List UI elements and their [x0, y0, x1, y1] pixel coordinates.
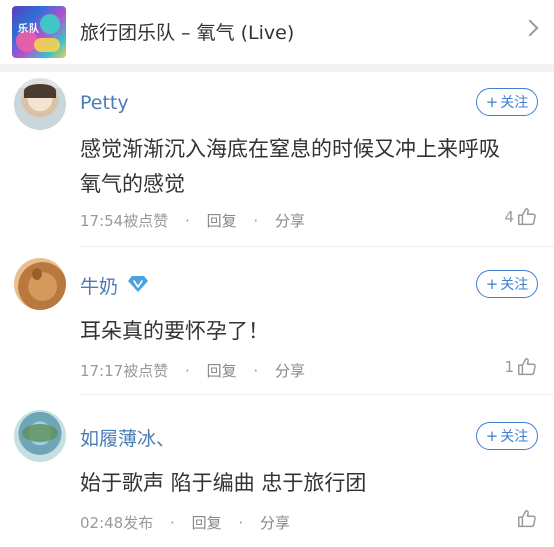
separator-dot: ·	[253, 362, 259, 380]
separator-dot: ·	[170, 514, 175, 532]
share-button[interactable]: 分享	[275, 362, 305, 380]
thumbs-up-icon	[518, 208, 536, 226]
follow-label: 关注	[500, 95, 529, 111]
reply-button[interactable]: 回复	[207, 362, 237, 380]
follow-button[interactable]: + 关注	[476, 88, 538, 116]
header-divider	[0, 64, 554, 72]
thumbs-up-icon	[518, 510, 536, 528]
comment-text: 始于歌声 陷于编曲 忠于旅行团	[80, 466, 530, 501]
thumbs-up-icon	[518, 358, 536, 376]
like-button[interactable]: 4	[504, 206, 538, 228]
avatar[interactable]	[14, 410, 66, 462]
comment-meta: 17:17被点赞 · 回复 · 分享	[80, 360, 305, 381]
plus-icon: +	[485, 93, 499, 111]
avatar[interactable]	[14, 78, 66, 130]
divider	[80, 394, 554, 395]
share-button[interactable]: 分享	[260, 514, 290, 532]
comment-time: 02:48发布	[80, 514, 154, 532]
comment-text-line: 感觉渐渐沉入海底在窒息的时候又冲上来呼吸	[80, 137, 500, 161]
follow-button[interactable]: + 关注	[476, 270, 538, 298]
comment-time: 17:54被点赞	[80, 212, 169, 230]
comment-meta: 02:48发布 · 回复 · 分享	[80, 512, 290, 533]
comment-text-line: 氧气的感觉	[80, 172, 185, 196]
chevron-right-icon[interactable]	[521, 19, 539, 37]
comment-text: 感觉渐渐沉入海底在窒息的时候又冲上来呼吸 氧气的感觉	[80, 132, 530, 202]
like-button[interactable]: 1	[504, 356, 538, 378]
comment-item: 牛奶 + 关注 耳朵真的要怀孕了！ 17:17被点赞 · 回复 · 分享 1	[0, 248, 554, 396]
comment-item: 如履薄冰、 + 关注 始于歌声 陷于编曲 忠于旅行团 02:48发布 · 回复 …	[0, 400, 554, 547]
separator-dot: ·	[253, 212, 259, 230]
comment-time: 17:17被点赞	[80, 362, 169, 380]
comment-text-line: 始于歌声 陷于编曲 忠于旅行团	[80, 471, 367, 495]
like-button[interactable]	[514, 508, 538, 530]
reply-button[interactable]: 回复	[192, 514, 222, 532]
song-header[interactable]: 乐队 旅行团乐队 – 氧气 (Live)	[0, 0, 554, 64]
comment-item: Petty + 关注 感觉渐渐沉入海底在窒息的时候又冲上来呼吸 氧气的感觉 17…	[0, 72, 554, 247]
comment-text-line: 耳朵真的要怀孕了！	[80, 319, 269, 343]
plus-icon: +	[485, 427, 499, 445]
follow-button[interactable]: + 关注	[476, 422, 538, 450]
share-button[interactable]: 分享	[275, 212, 305, 230]
username[interactable]: Petty	[80, 92, 129, 114]
follow-label: 关注	[500, 429, 529, 445]
comment-text: 耳朵真的要怀孕了！	[80, 314, 530, 349]
comment-meta: 17:54被点赞 · 回复 · 分享	[80, 210, 305, 231]
separator-dot: ·	[185, 212, 190, 230]
song-title: 旅行团乐队 – 氧气 (Live)	[80, 22, 295, 44]
cover-text: 乐队	[18, 24, 40, 35]
like-count: 4	[504, 208, 514, 226]
avatar[interactable]	[14, 258, 66, 310]
username[interactable]: 如履薄冰、	[80, 424, 175, 451]
reply-button[interactable]: 回复	[207, 212, 237, 230]
album-cover: 乐队	[12, 6, 66, 58]
plus-icon: +	[485, 275, 499, 293]
divider	[80, 246, 554, 247]
like-count: 1	[504, 358, 514, 376]
follow-label: 关注	[500, 277, 529, 293]
separator-dot: ·	[238, 514, 244, 532]
diamond-vip-icon	[128, 276, 148, 292]
username[interactable]: 牛奶	[80, 272, 118, 299]
separator-dot: ·	[185, 362, 190, 380]
